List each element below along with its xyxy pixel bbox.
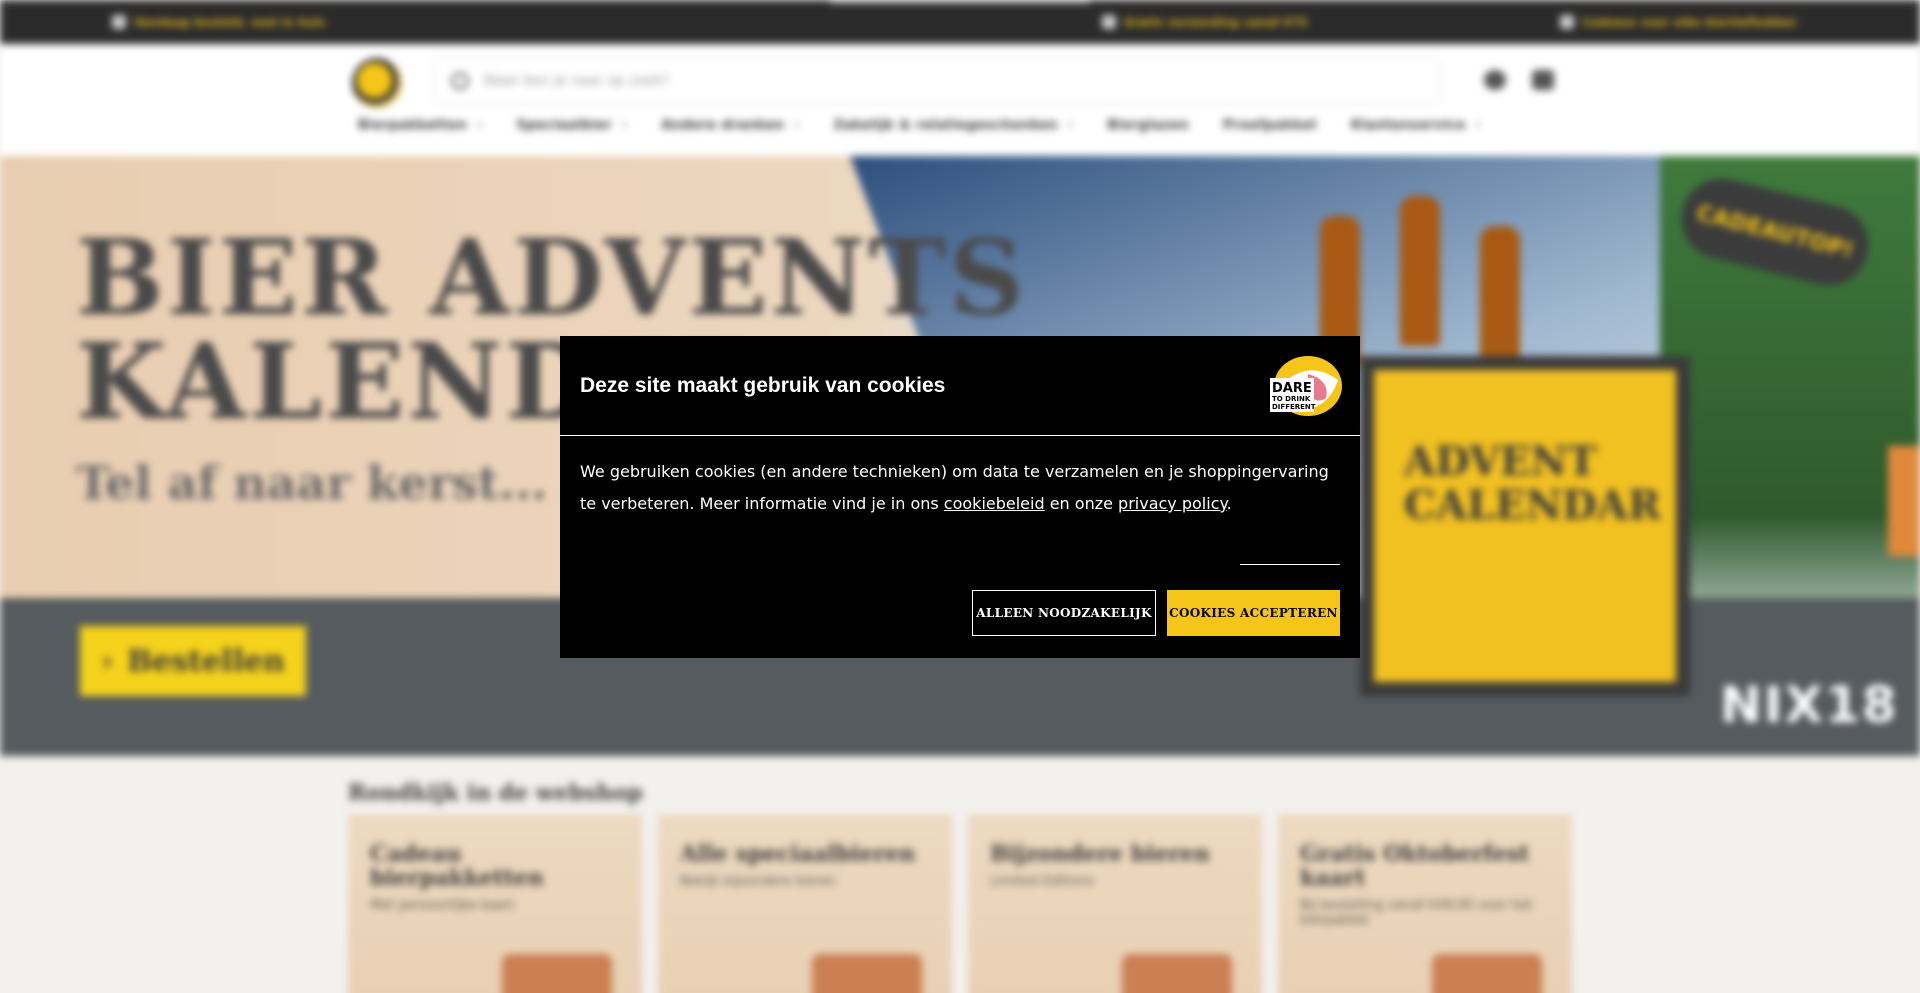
cookie-body-text: . [1226, 494, 1232, 513]
cookie-dialog-title: Deze site maakt gebruik van cookies [580, 374, 946, 397]
cookiebeleid-link[interactable]: cookiebeleid [944, 494, 1045, 513]
svg-text:TO DRINK: TO DRINK [1272, 395, 1311, 403]
svg-text:DIFFERENT: DIFFERENT [1272, 403, 1316, 411]
privacy-policy-link[interactable]: privacy policy [1118, 494, 1227, 513]
svg-text:DARE: DARE [1272, 381, 1312, 396]
cookie-dialog-header: Deze site maakt gebruik van cookies DARE… [560, 336, 1360, 436]
cookie-dialog-body: We gebruiken cookies (en andere techniek… [580, 456, 1340, 520]
cookie-dialog-divider [1240, 564, 1340, 565]
dare-to-drink-different-logo: DARE TO DRINK DIFFERENT [1270, 356, 1342, 416]
page: Vandaag besteld, snel in huis Gratis ver… [0, 0, 1920, 993]
accept-cookies-button[interactable]: COOKIES ACCEPTEREN [1167, 590, 1340, 636]
cookie-dialog: Deze site maakt gebruik van cookies DARE… [560, 336, 1360, 658]
cookie-body-text: en onze [1044, 494, 1119, 513]
only-necessary-button[interactable]: ALLEEN NOODZAKELIJK [972, 590, 1156, 636]
